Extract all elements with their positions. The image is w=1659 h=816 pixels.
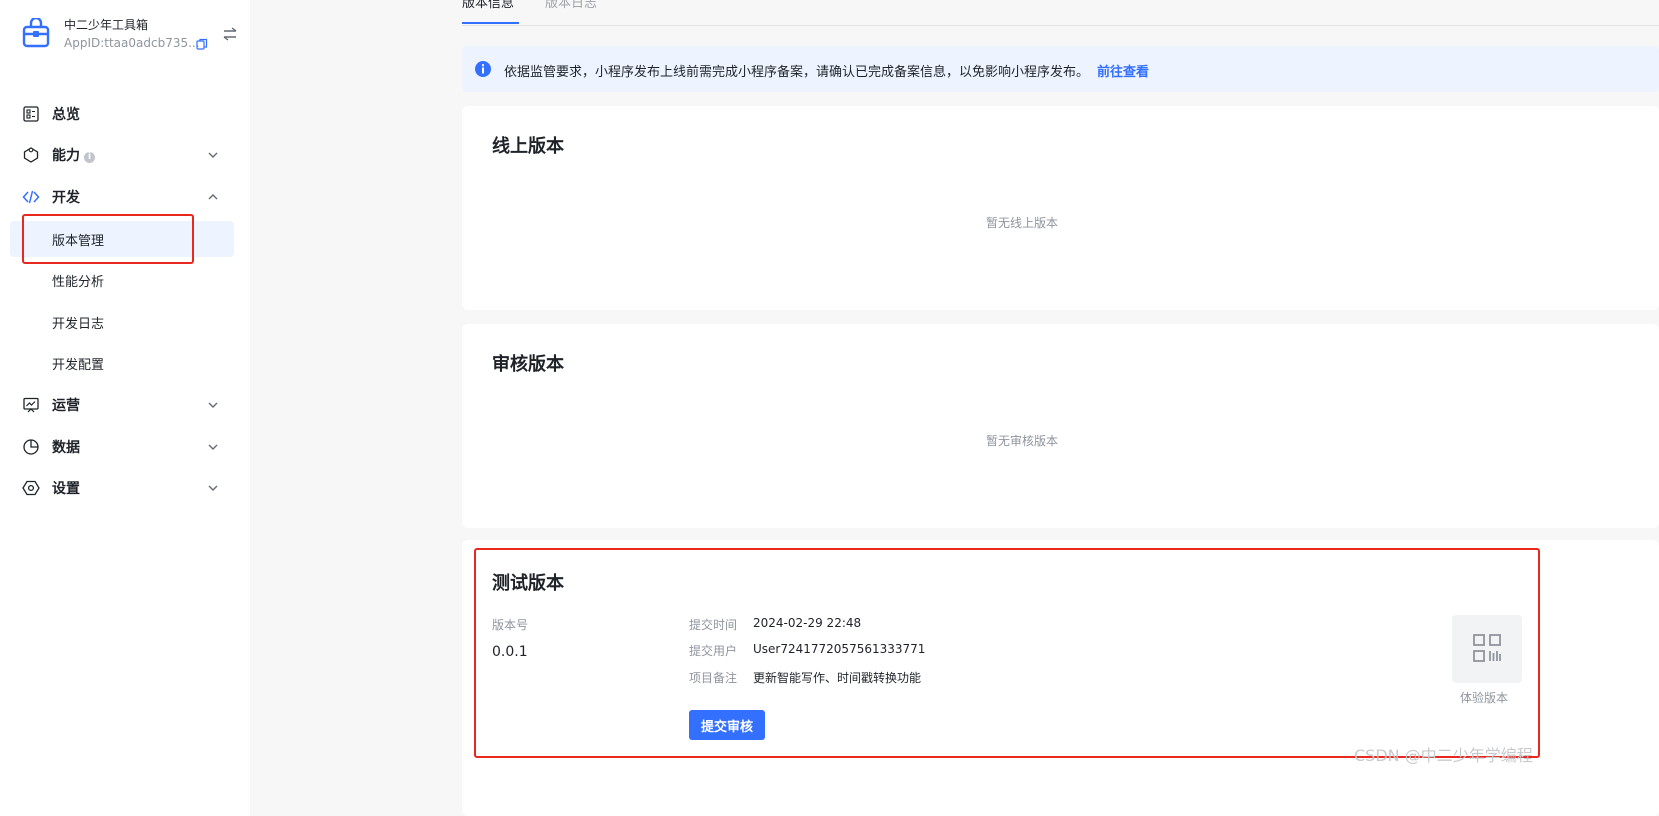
online-version-empty-text: 暂无线上版本 <box>985 216 1058 230</box>
sidebar-item-operation[interactable]: 运营 <box>10 387 234 423</box>
info-icon <box>475 61 491 77</box>
online-version-card: 线上版本 暂无线上版本 <box>462 106 1659 310</box>
review-version-title: 审核版本 <box>492 354 564 375</box>
version-number-label: 版本号 <box>492 618 529 632</box>
online-version-title: 线上版本 <box>492 136 564 157</box>
chevron-up-icon <box>208 194 218 200</box>
version-number-value: 0.0.1 <box>492 644 528 660</box>
chevron-down-icon <box>208 485 218 491</box>
settings-hex-icon <box>22 480 40 496</box>
sidebar-subitem-dev-config[interactable]: 开发配置 <box>10 345 234 381</box>
copy-icon[interactable] <box>196 38 208 50</box>
sidebar-subitem-label: 版本管理 <box>52 234 105 249</box>
go-view-link[interactable]: 前往查看 <box>1097 65 1149 80</box>
sidebar-subitem-label: 性能分析 <box>52 275 105 290</box>
qrcode-icon <box>1473 634 1501 662</box>
info-icon: i <box>84 152 95 163</box>
capability-icon <box>23 147 39 163</box>
review-version-card: 审核版本 暂无审核版本 <box>462 324 1659 528</box>
app-name: 中二少年工具箱 <box>64 18 149 32</box>
dashboard-icon <box>23 106 39 122</box>
sidebar-item-label: 开发 <box>52 190 80 206</box>
sidebar-subitem-label: 开发日志 <box>52 317 105 332</box>
sidebar-item-label: 能力 i <box>52 145 95 165</box>
submit-time-value: 2024-02-29 22:48 <box>753 616 862 630</box>
review-version-empty-text: 暂无审核版本 <box>985 434 1058 448</box>
notice-text: 依据监管要求，小程序发布上线前需完成小程序备案，请确认已完成备案信息，以免影响小… <box>504 61 1149 80</box>
toolbox-logo-icon <box>22 18 50 48</box>
chevron-down-icon <box>208 152 218 158</box>
project-note-value: 更新智能写作、时间戳转换功能 <box>753 671 922 685</box>
sidebar-subitem-performance[interactable]: 性能分析 <box>10 262 234 298</box>
sidebar-item-settings[interactable]: 设置 <box>10 470 234 506</box>
submit-user-label: 提交用户 <box>689 644 738 658</box>
sidebar-item-capability[interactable]: 能力 i <box>10 137 234 173</box>
sidebar-item-label: 运营 <box>52 398 80 414</box>
submit-user-value: User7241772057561333771 <box>753 642 926 656</box>
chevron-down-icon <box>208 402 218 408</box>
test-version-title: 测试版本 <box>492 573 564 594</box>
tab-version-info[interactable]: 版本信息 <box>462 0 514 11</box>
sidebar-item-label: 数据 <box>52 440 80 456</box>
tab-version-log[interactable]: 版本日志 <box>545 0 597 11</box>
submit-review-button[interactable]: 提交审核 <box>689 710 765 740</box>
pie-chart-icon <box>23 439 39 455</box>
sidebar: 中二少年工具箱 AppID:ttaa0adcb735... 总览 能力 i 开发… <box>0 0 250 816</box>
app-header: 中二少年工具箱 AppID:ttaa0adcb735... <box>20 16 240 56</box>
preview-version-label: 体验版本 <box>1460 691 1509 705</box>
sidebar-item-label: 设置 <box>52 481 80 497</box>
sidebar-subitem-dev-log[interactable]: 开发日志 <box>10 304 234 340</box>
code-icon <box>22 190 40 204</box>
sidebar-item-data[interactable]: 数据 <box>10 429 234 465</box>
sidebar-item-develop[interactable]: 开发 <box>10 179 234 215</box>
sidebar-item-overview[interactable]: 总览 <box>10 96 234 132</box>
capability-label-text: 能力 <box>52 148 80 164</box>
notice-message: 依据监管要求，小程序发布上线前需完成小程序备案，请确认已完成备案信息，以免影响小… <box>504 65 1090 80</box>
switch-app-icon[interactable] <box>222 26 238 42</box>
notice-banner: 依据监管要求，小程序发布上线前需完成小程序备案，请确认已完成备案信息，以免影响小… <box>462 46 1659 92</box>
active-tab-indicator <box>462 22 519 24</box>
app-id: AppID:ttaa0adcb735... <box>64 36 200 50</box>
project-note-label: 项目备注 <box>689 671 738 685</box>
sidebar-subitem-label: 开发配置 <box>52 358 105 373</box>
submit-time-label: 提交时间 <box>689 618 738 632</box>
watermark-text: CSDN @中二少年学编程 <box>1354 746 1533 765</box>
tab-bar: 版本信息 版本日志 <box>462 0 1659 26</box>
sidebar-item-label: 总览 <box>52 107 80 123</box>
preview-qrcode-button[interactable] <box>1452 615 1522 683</box>
chevron-down-icon <box>208 444 218 450</box>
operation-chart-icon <box>23 397 39 413</box>
sidebar-subitem-version-management[interactable]: 版本管理 <box>10 221 234 257</box>
